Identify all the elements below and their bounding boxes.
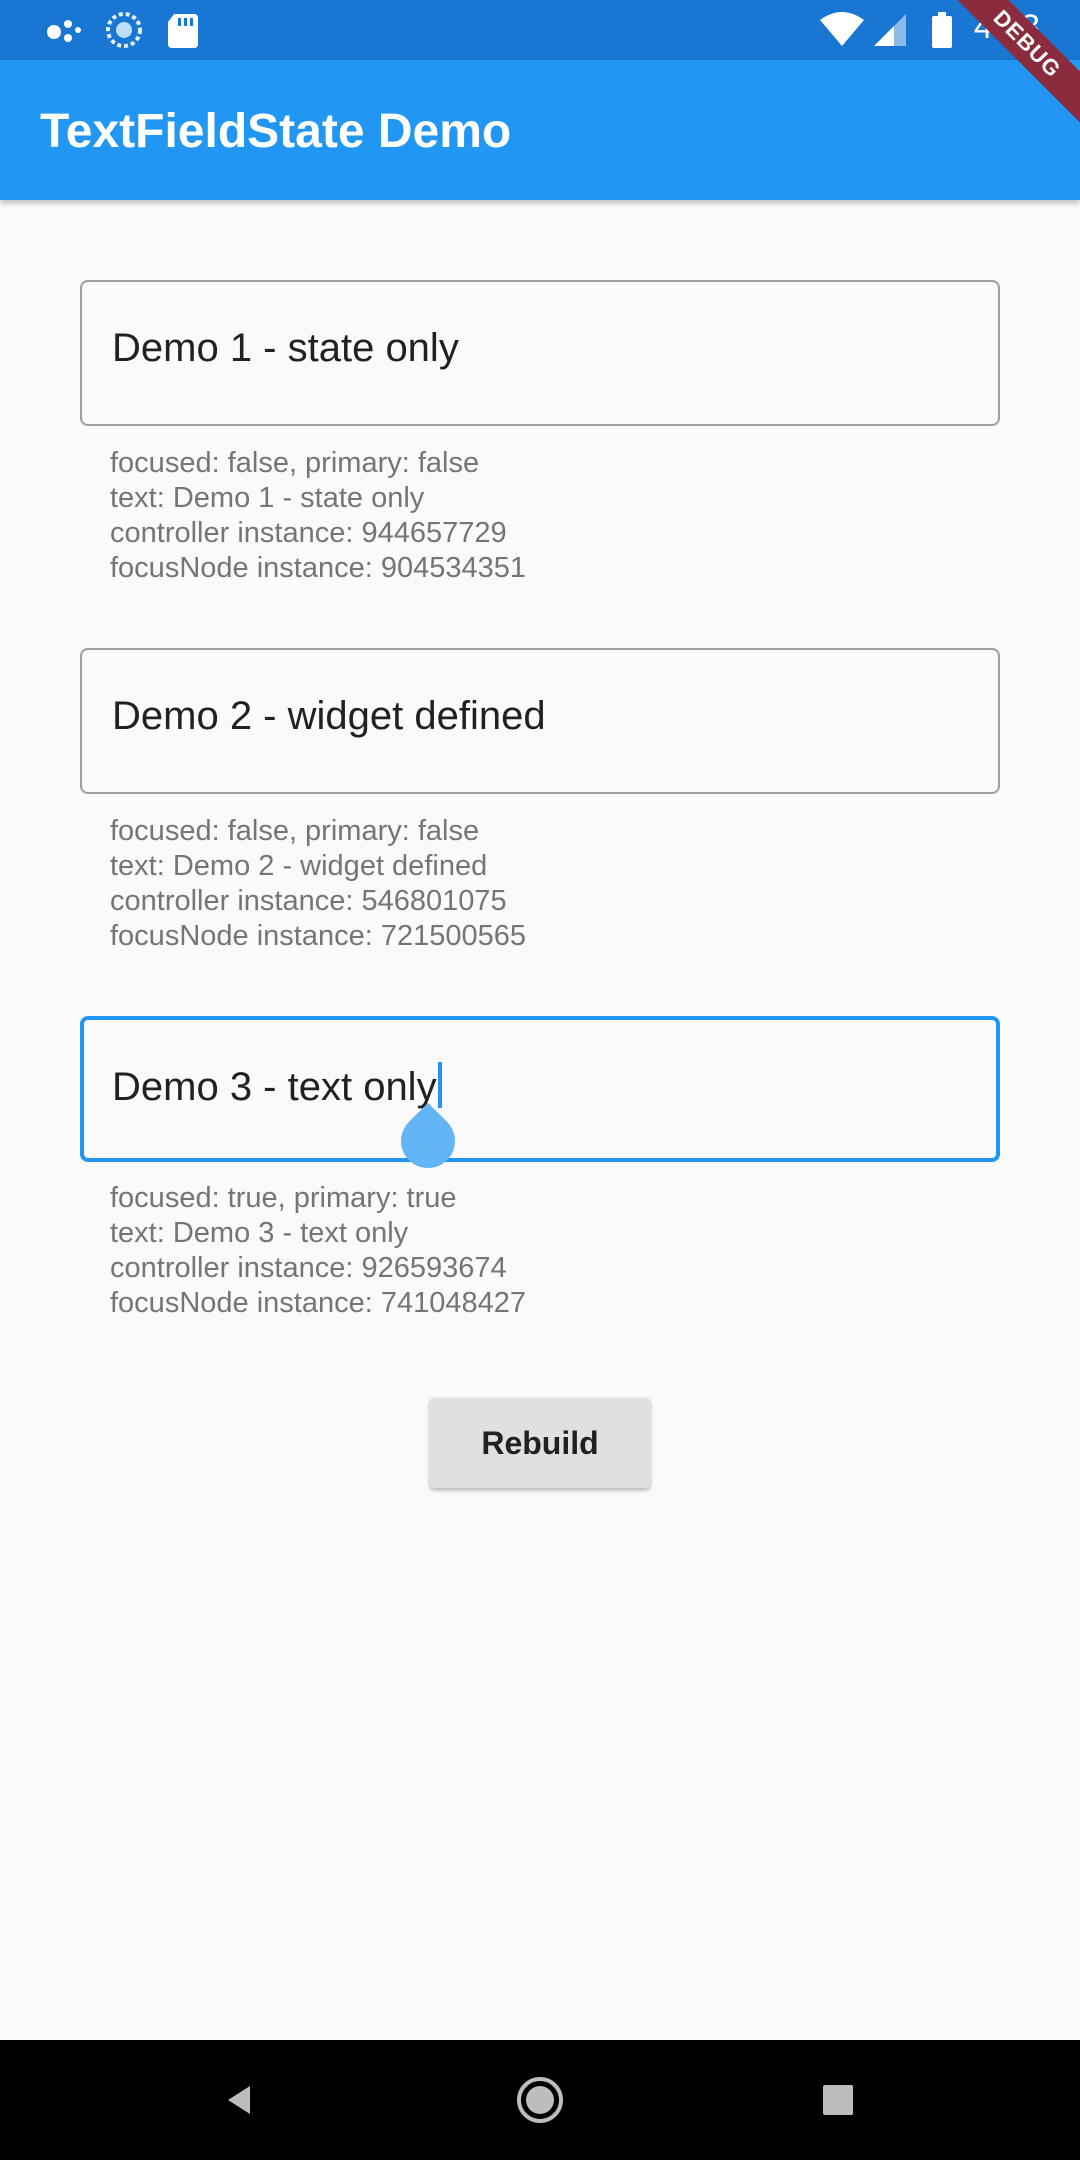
wifi-icon xyxy=(818,0,866,60)
assistant-dots-icon xyxy=(44,0,84,60)
page-title: TextFieldState Demo xyxy=(40,105,512,158)
rebuild-button[interactable]: Rebuild xyxy=(430,1398,650,1488)
demo-2-info: focused: false, primary: false text: Dem… xyxy=(110,814,526,954)
focus-status: focused: true, primary: true xyxy=(110,1182,457,1214)
text-status: text: Demo 1 - state only xyxy=(110,482,425,514)
nav-bar xyxy=(0,2040,1080,2160)
focus-status: focused: false, primary: false xyxy=(110,447,480,479)
status-bar: 4:33 xyxy=(0,0,1080,60)
field-value: Demo 2 - widget defined xyxy=(112,694,546,738)
demo-2-text-field[interactable]: Demo 2 - widget defined xyxy=(80,648,1000,794)
sync-icon xyxy=(104,0,144,60)
battery-icon xyxy=(930,0,954,60)
focus-node-status: focusNode instance: 741048427 xyxy=(110,1287,526,1319)
recents-icon[interactable] xyxy=(808,2070,868,2130)
text-caret xyxy=(437,1062,442,1108)
controller-status: controller instance: 546801075 xyxy=(110,885,507,917)
demo-3-text-field[interactable]: Demo 3 - text only xyxy=(80,1016,1000,1162)
cell-signal-icon xyxy=(870,0,910,60)
controller-status: controller instance: 926593674 xyxy=(110,1252,507,1284)
text-status: text: Demo 3 - text only xyxy=(110,1217,409,1249)
back-icon[interactable] xyxy=(210,2070,270,2130)
field-value: Demo 1 - state only xyxy=(112,326,459,370)
focus-node-status: focusNode instance: 721500565 xyxy=(110,920,526,952)
focus-status: focused: false, primary: false xyxy=(110,815,480,847)
home-icon[interactable] xyxy=(510,2070,570,2130)
sd-card-icon xyxy=(166,0,200,60)
app-bar: TextFieldState Demo xyxy=(0,60,1080,200)
field-value: Demo 3 - text only xyxy=(112,1062,442,1110)
controller-status: controller instance: 944657729 xyxy=(110,517,507,549)
demo-3-info: focused: true, primary: true text: Demo … xyxy=(110,1181,526,1321)
focus-node-status: focusNode instance: 904534351 xyxy=(110,552,526,584)
text-status: text: Demo 2 - widget defined xyxy=(110,850,488,882)
demo-1-info: focused: false, primary: false text: Dem… xyxy=(110,446,526,586)
demo-1-text-field[interactable]: Demo 1 - state only xyxy=(80,280,1000,426)
